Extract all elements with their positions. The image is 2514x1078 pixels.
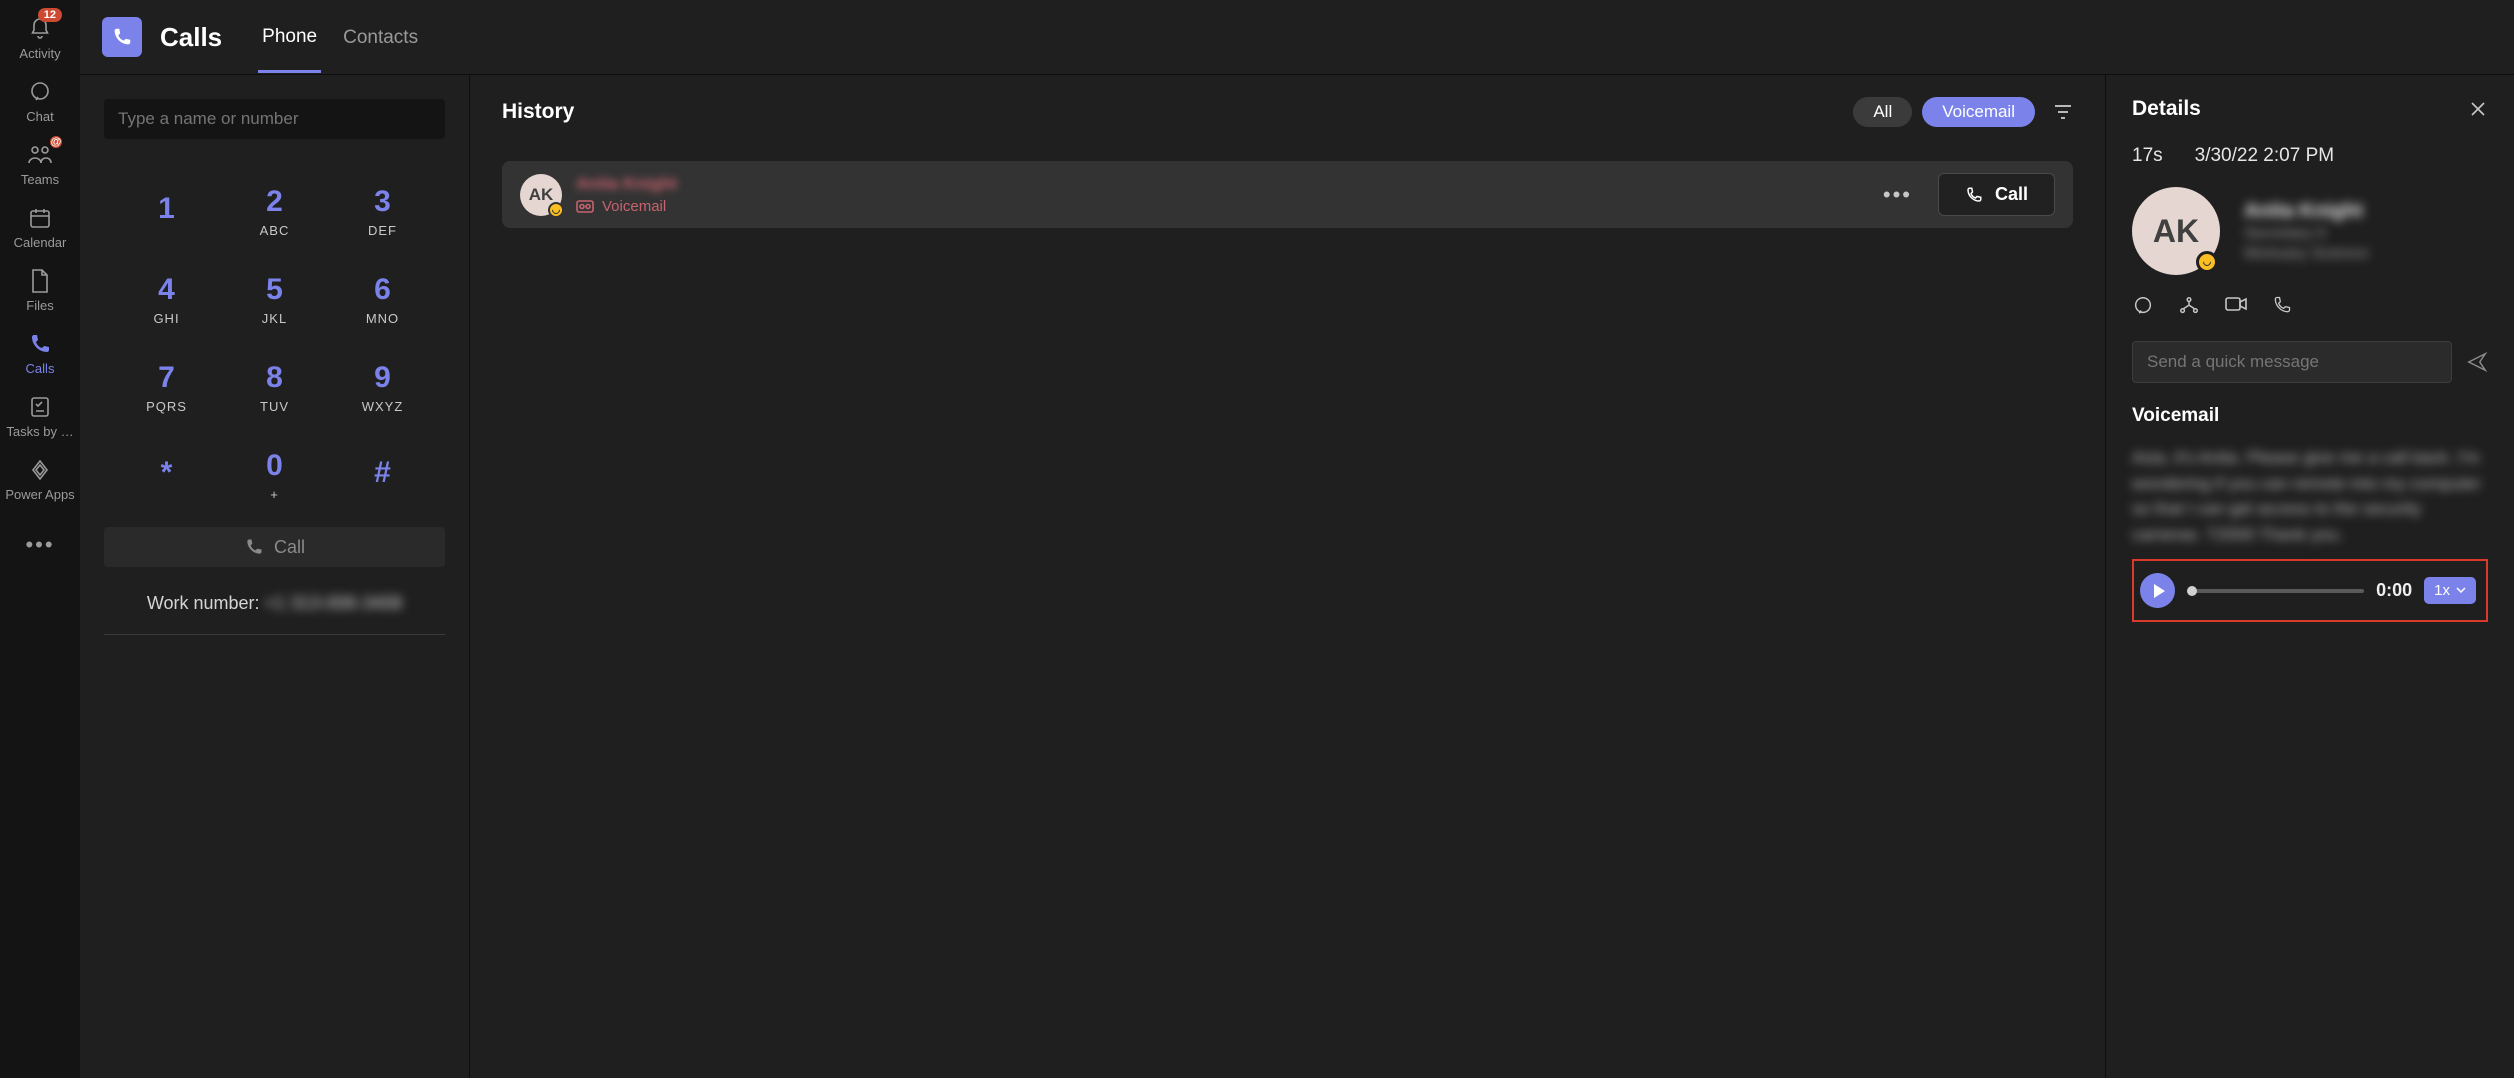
powerapps-icon [27, 457, 53, 483]
phone-icon [244, 537, 264, 557]
dial-pane: 1 2ABC 3DEF 4GHI 5JKL 6MNO 7PQRS 8TUV 9W… [80, 75, 470, 1078]
action-video[interactable] [2224, 295, 2248, 317]
play-button[interactable] [2140, 573, 2175, 608]
tab-contacts[interactable]: Contacts [339, 3, 422, 71]
filter-voicemail[interactable]: Voicemail [1922, 97, 2035, 127]
dial-key-hash[interactable]: # [329, 431, 437, 519]
rail-teams[interactable]: @ Teams [0, 132, 80, 195]
calendar-icon [27, 205, 53, 231]
dial-key-3[interactable]: 3DEF [329, 167, 437, 255]
dial-key-4[interactable]: 4GHI [113, 255, 221, 343]
dial-key-2[interactable]: 2ABC [221, 167, 329, 255]
player-knob[interactable] [2187, 586, 2197, 596]
dial-key-8[interactable]: 8TUV [221, 343, 329, 431]
rail-label: Power Apps [5, 487, 74, 502]
chevron-down-icon [2456, 587, 2466, 594]
presence-away-icon [2196, 251, 2218, 273]
details-role: Secretary II [2244, 225, 2369, 243]
rail-label: Calendar [14, 235, 67, 250]
details-avatar: AK [2132, 187, 2220, 275]
dial-key-6[interactable]: 6MNO [329, 255, 437, 343]
rail-calendar[interactable]: Calendar [0, 195, 80, 258]
dial-search-input[interactable] [104, 99, 445, 139]
avatar: AK [520, 174, 562, 216]
rail-label: Activity [19, 46, 60, 61]
player-time: 0:00 [2376, 580, 2412, 601]
rail-chat[interactable]: Chat [0, 69, 80, 132]
history-pane: History All Voicemail AK Anita Knight Vo… [470, 75, 2106, 1078]
rail-activity[interactable]: 12 Activity [0, 6, 80, 69]
dial-key-0[interactable]: 0+ [221, 431, 329, 519]
dial-call-label: Call [274, 537, 305, 558]
rail-label: Calls [26, 361, 55, 376]
send-icon [2466, 351, 2488, 373]
phone-icon [1965, 186, 1983, 204]
chat-icon [27, 79, 53, 105]
player-speed[interactable]: 1x [2424, 577, 2476, 604]
details-pane: Details 17s 3/30/22 2:07 PM AK Anita Kni… [2106, 75, 2514, 1078]
rail-more[interactable]: ••• [25, 514, 54, 576]
chat-icon [2132, 295, 2154, 317]
tasks-icon [27, 394, 53, 420]
rail-calls[interactable]: Calls [0, 321, 80, 384]
send-button[interactable] [2466, 351, 2488, 373]
files-icon [27, 268, 53, 294]
rail-label: Teams [21, 172, 59, 187]
rail-label: Tasks by … [6, 424, 73, 439]
tab-phone[interactable]: Phone [258, 2, 321, 73]
player-track[interactable] [2187, 589, 2364, 593]
history-row[interactable]: AK Anita Knight Voicemail ••• Call [502, 161, 2073, 228]
teams-icon [27, 142, 53, 168]
video-icon [2224, 295, 2248, 313]
page-header: Calls Phone Contacts [80, 0, 2514, 75]
action-org[interactable] [2178, 295, 2200, 317]
phone-icon [2272, 295, 2292, 315]
voicemail-icon [576, 200, 594, 213]
row-type: Voicemail [576, 198, 1869, 215]
work-number: Work number: +1 313-006-3408 [147, 593, 402, 614]
dial-key-star[interactable]: * [113, 431, 221, 519]
rail-files[interactable]: Files [0, 258, 80, 321]
action-call[interactable] [2272, 295, 2292, 317]
rail-tasks[interactable]: Tasks by … [0, 384, 80, 447]
play-icon [2152, 583, 2166, 599]
details-title: Details [2132, 97, 2468, 121]
teams-badge: @ [50, 136, 62, 148]
details-duration: 17s [2132, 145, 2163, 167]
phone-icon [27, 331, 53, 357]
dial-key-5[interactable]: 5JKL [221, 255, 329, 343]
dial-key-9[interactable]: 9WXYZ [329, 343, 437, 431]
voicemail-transcript: Asia, it's Anita. Please give me a call … [2132, 445, 2488, 547]
details-dept: Mortuary Science [2244, 245, 2369, 263]
voicemail-player: 0:00 1x [2132, 559, 2488, 622]
row-name: Anita Knight [576, 174, 1869, 194]
details-name: Anita Knight [2244, 200, 2369, 223]
history-title: History [502, 100, 1853, 124]
presence-away-icon [548, 202, 564, 218]
page-title: Calls [160, 22, 222, 53]
rail-powerapps[interactable]: Power Apps [0, 447, 80, 510]
activity-badge: 12 [38, 8, 62, 22]
calls-app-icon [102, 17, 142, 57]
close-button[interactable] [2468, 99, 2488, 119]
divider [104, 634, 445, 635]
action-chat[interactable] [2132, 295, 2154, 317]
dial-call-button[interactable]: Call [104, 527, 445, 567]
org-icon [2178, 295, 2200, 317]
row-more-button[interactable]: ••• [1883, 182, 1912, 208]
row-call-button[interactable]: Call [1938, 173, 2055, 216]
voicemail-heading: Voicemail [2132, 405, 2488, 427]
rail-label: Chat [26, 109, 53, 124]
quick-message-input[interactable] [2132, 341, 2452, 383]
filter-icon[interactable] [2053, 103, 2073, 121]
dial-key-1[interactable]: 1 [113, 167, 221, 255]
details-datetime: 3/30/22 2:07 PM [2195, 145, 2334, 167]
details-meta: 17s 3/30/22 2:07 PM [2132, 145, 2488, 167]
nav-rail: 12 Activity Chat @ Teams Calendar Files [0, 0, 80, 1078]
filter-all[interactable]: All [1853, 97, 1912, 127]
rail-label: Files [26, 298, 53, 313]
dial-pad: 1 2ABC 3DEF 4GHI 5JKL 6MNO 7PQRS 8TUV 9W… [113, 167, 437, 519]
dial-key-7[interactable]: 7PQRS [113, 343, 221, 431]
